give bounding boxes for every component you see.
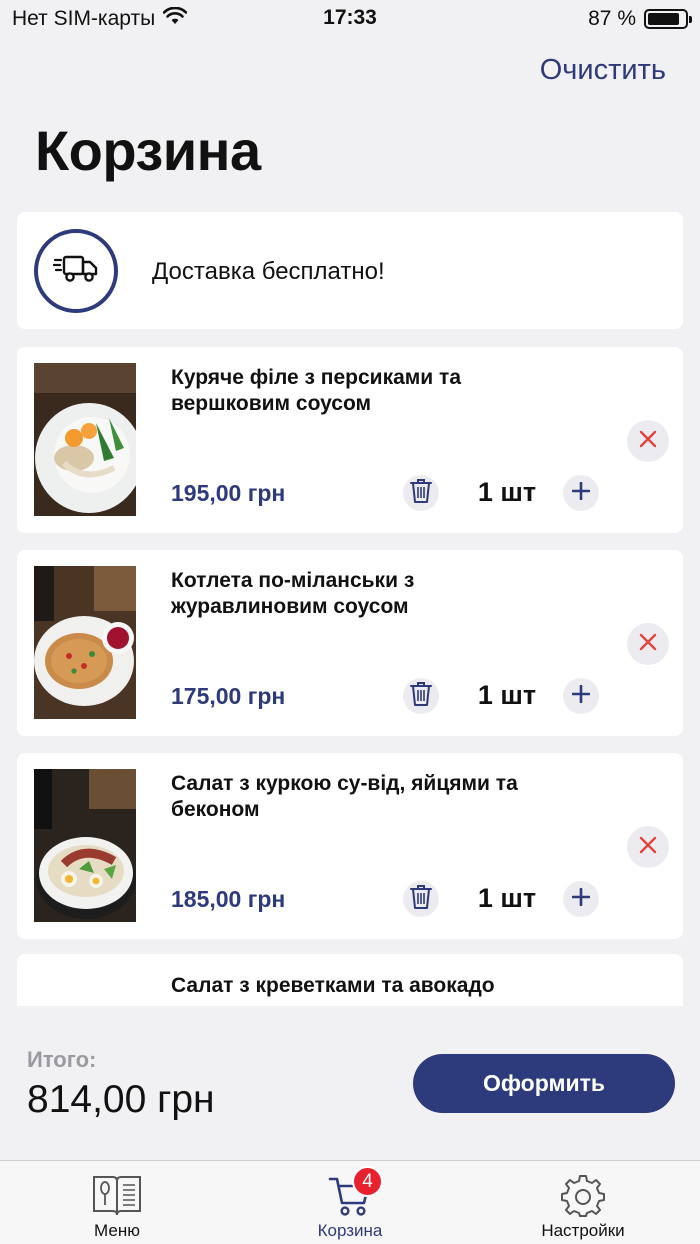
- remove-item-button[interactable]: [627, 420, 669, 462]
- dish-photo: [34, 769, 136, 922]
- tab-label: Настройки: [541, 1221, 625, 1240]
- tab-bar: Меню Корзина Настройки: [0, 1160, 700, 1244]
- checkout-button[interactable]: Оформить: [413, 1054, 675, 1113]
- item-name: Салат з креветками та авокадо: [171, 974, 495, 997]
- tab-label: Корзина: [317, 1221, 383, 1240]
- increase-quantity-button[interactable]: [563, 475, 599, 511]
- close-icon: [639, 430, 657, 453]
- plus-icon: [571, 887, 591, 911]
- clear-cart-button[interactable]: Очистить: [540, 54, 666, 87]
- item-name: Котлета по-міланськи з журавлиновим соус…: [171, 569, 415, 618]
- carrier-label: Нет SIM-карты: [12, 7, 156, 30]
- plus-icon: [571, 684, 591, 708]
- dish-photo: [34, 566, 136, 719]
- total-value: 814,00 грн: [27, 1078, 215, 1121]
- status-right: 87 %: [588, 7, 692, 31]
- increase-quantity-button[interactable]: [563, 678, 599, 714]
- gear-icon: [556, 1171, 610, 1219]
- tab-cart[interactable]: Корзина: [275, 1161, 425, 1244]
- page-title: Корзина: [35, 119, 261, 182]
- delete-button[interactable]: [403, 678, 439, 714]
- increase-quantity-button[interactable]: [563, 881, 599, 917]
- delete-button[interactable]: [403, 881, 439, 917]
- remove-item-button[interactable]: [627, 623, 669, 665]
- battery-level: [648, 13, 680, 25]
- cart-item: Куряче філе з персиками та вершковим соу…: [17, 347, 683, 533]
- trash-icon: [410, 478, 432, 509]
- item-price: 195,00 грн: [171, 480, 286, 506]
- item-name: Салат з куркою су-від, яйцями та беконом: [171, 772, 518, 821]
- item-quantity: 1 шт: [477, 883, 537, 913]
- status-left: Нет SIM-карты: [12, 6, 188, 31]
- item-quantity: 1 шт: [477, 680, 537, 710]
- tab-settings[interactable]: Настройки: [508, 1161, 658, 1244]
- delete-button[interactable]: [403, 475, 439, 511]
- tab-label: Меню: [94, 1221, 140, 1240]
- delivery-icon-circle: [34, 229, 118, 313]
- cart-list[interactable]: Доставка бесплатно! Куряче філе з персик…: [0, 212, 700, 1006]
- close-icon: [639, 836, 657, 859]
- item-quantity: 1 шт: [477, 477, 537, 507]
- tab-menu[interactable]: Меню: [42, 1161, 192, 1244]
- plus-icon: [571, 481, 591, 505]
- truck-icon: [51, 254, 99, 289]
- item-name: Куряче філе з персиками та вершковим соу…: [171, 366, 462, 415]
- close-icon: [639, 633, 657, 656]
- menu-book-icon: [90, 1171, 144, 1219]
- battery-percent: 87 %: [588, 7, 636, 30]
- remove-item-button[interactable]: [627, 826, 669, 868]
- delivery-text: Доставка бесплатно!: [152, 258, 385, 285]
- cart-count-badge: 4: [352, 1166, 383, 1197]
- status-bar: Нет SIM-карты 17:33 87 %: [0, 0, 700, 38]
- dish-photo: [34, 363, 136, 516]
- item-price: 175,00 грн: [171, 683, 286, 709]
- total-label: Итого:: [27, 1047, 97, 1072]
- item-price: 185,00 грн: [171, 886, 286, 912]
- battery-icon: [644, 9, 692, 29]
- wifi-icon: [162, 6, 188, 31]
- trash-icon: [410, 681, 432, 712]
- cart-item: Салат з креветками та авокадо: [17, 954, 683, 1006]
- cart-item: Салат з куркою су-від, яйцями та беконом…: [17, 753, 683, 939]
- trash-icon: [410, 884, 432, 915]
- delivery-banner: Доставка бесплатно!: [17, 212, 683, 329]
- cart-item: Котлета по-міланськи з журавлиновим соус…: [17, 550, 683, 736]
